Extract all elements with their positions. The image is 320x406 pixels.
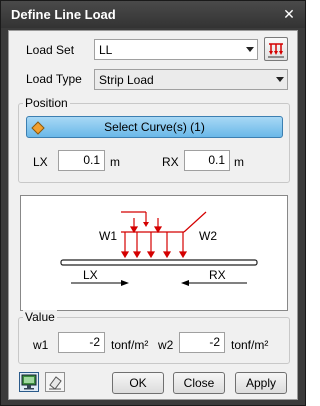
rx-diagram-label: RX: [209, 268, 226, 282]
lx-input[interactable]: 0.1: [58, 150, 105, 171]
rx-input[interactable]: 0.1: [184, 150, 230, 171]
w1-input[interactable]: -2: [58, 332, 105, 353]
lx-diagram-label: LX: [83, 268, 98, 282]
position-group-label: Position: [23, 96, 70, 110]
beam-shape: [60, 259, 258, 266]
load-type-label: Load Type: [26, 72, 82, 86]
monitor-icon: [21, 374, 37, 390]
rx-unit: m: [234, 155, 244, 169]
ok-button[interactable]: OK: [112, 372, 164, 394]
window-title: Define Line Load: [11, 7, 116, 22]
define-line-load-dialog: Define Line Load ✕ Load Set LL Load Type: [0, 0, 306, 406]
w2-input[interactable]: -2: [179, 332, 225, 353]
lx-arrow-head: [121, 280, 129, 286]
rx-label: RX: [162, 155, 179, 169]
chevron-down-icon[interactable]: [276, 77, 284, 82]
value-group-label: Value: [23, 310, 57, 324]
rx-arrow-head: [181, 280, 189, 286]
w2-unit: tonf/m²: [231, 338, 269, 352]
lx-label: LX: [33, 155, 48, 169]
select-curves-label: Select Curve(s) (1): [104, 120, 205, 134]
eraser-icon: [49, 376, 62, 390]
position-group: [18, 103, 290, 183]
w1-label: w1: [33, 338, 49, 352]
w2-diagram-label: W2: [199, 229, 217, 243]
strip-load-diagram: W1 W2 LX RX: [20, 195, 288, 311]
load-type-combo[interactable]: Strip Load: [94, 69, 288, 90]
load-set-combo[interactable]: LL: [94, 39, 258, 60]
w2-label: w2: [158, 338, 174, 352]
chevron-down-icon[interactable]: [246, 47, 254, 52]
close-window-button[interactable]: ✕: [279, 5, 299, 23]
lx-unit: m: [110, 155, 120, 169]
load-arrows: [120, 232, 188, 259]
eraser-button[interactable]: [45, 372, 65, 392]
select-curves-button[interactable]: Select Curve(s) (1): [26, 116, 283, 138]
load-arrows-icon: [268, 43, 284, 58]
apply-button[interactable]: Apply: [235, 372, 287, 394]
w1-diagram-label: W1: [99, 229, 117, 243]
dialog-body: Load Set LL Load Type Strip Load Positio…: [8, 30, 298, 400]
curve-select-icon: [31, 121, 45, 135]
strip-load-illustration: W1 W2 LX RX: [60, 211, 258, 286]
w1-unit: tonf/m²: [111, 338, 149, 352]
title-bar[interactable]: Define Line Load ✕: [1, 1, 305, 28]
w1-arrow-head: [143, 222, 149, 227]
load-type-value: Strip Load: [99, 73, 154, 87]
load-set-manager-button[interactable]: [264, 37, 288, 61]
load-set-value: LL: [99, 43, 113, 57]
display-toggle-button[interactable]: [19, 372, 39, 392]
close-button[interactable]: Close: [173, 372, 225, 394]
load-set-label: Load Set: [26, 43, 75, 57]
